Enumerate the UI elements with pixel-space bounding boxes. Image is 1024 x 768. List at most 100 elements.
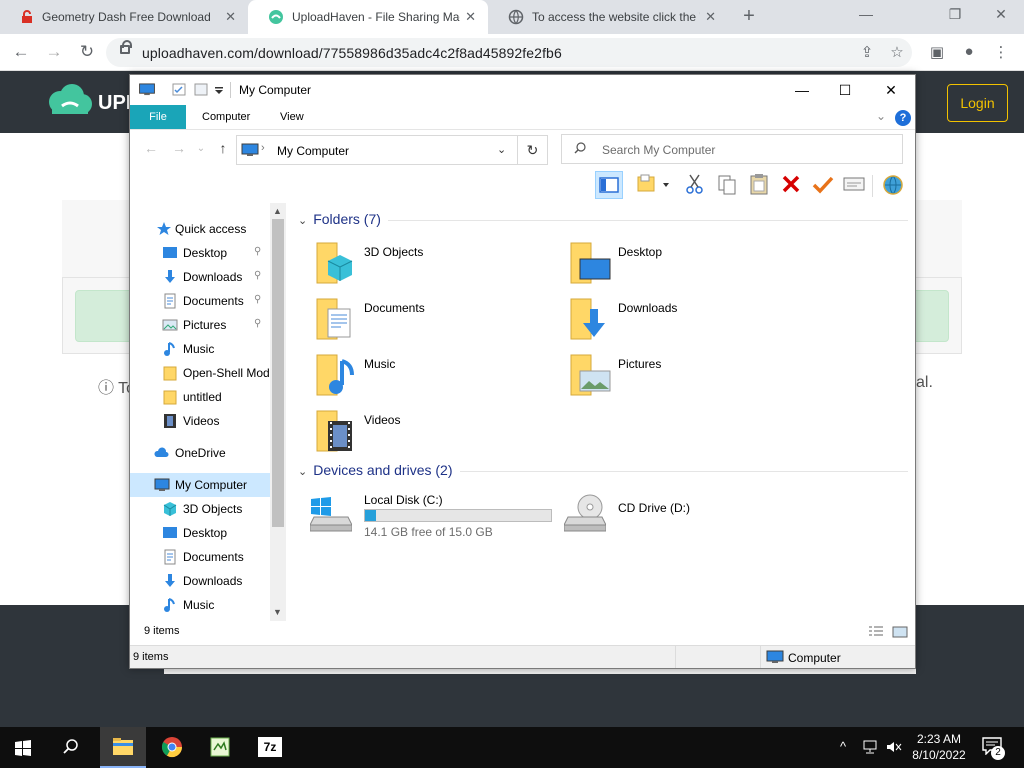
help-icon[interactable]: ? — [895, 110, 911, 126]
folder-music[interactable]: Music — [316, 353, 556, 405]
open-shell-settings-button[interactable] — [880, 171, 908, 199]
tab-uploadhaven[interactable]: UploadHaven - File Sharing Mad ✕ — [248, 0, 488, 34]
explorer-title-bar[interactable]: My Computer — ☐ ✕ — [130, 75, 915, 105]
properties-icon[interactable] — [172, 83, 186, 96]
drive-usage-bar — [364, 509, 552, 522]
nav-item-documents[interactable]: Documents ⚲ — [130, 289, 270, 313]
cut-button[interactable] — [682, 171, 710, 199]
address-dropdown-icon[interactable]: ⌄ — [497, 143, 506, 156]
delete-button[interactable] — [778, 171, 806, 199]
folder-desktop[interactable]: Desktop — [570, 241, 810, 293]
browser-close-button[interactable]: ✕ — [991, 6, 1011, 23]
navigation-pane-toggle[interactable] — [595, 171, 623, 199]
tab-view[interactable]: View — [266, 105, 318, 129]
copy-button[interactable] — [714, 171, 742, 199]
computer-icon — [139, 83, 155, 96]
login-button[interactable]: Login — [947, 84, 1008, 122]
refresh-button[interactable]: ↻ — [518, 135, 548, 165]
rename-button[interactable] — [810, 171, 838, 199]
large-icons-view-icon[interactable] — [892, 625, 908, 639]
profile-avatar-icon[interactable]: ● — [959, 43, 979, 60]
customize-toolbar-icon[interactable] — [214, 83, 224, 96]
nav-item-pictures[interactable]: Pictures ⚲ — [130, 313, 270, 337]
up-folder-button[interactable]: ↑ — [214, 140, 232, 156]
folder-3d-objects[interactable]: 3D Objects — [316, 241, 556, 293]
drive-local-disk-c[interactable]: Local Disk (C:) 14.1 GB free of 15.0 GB — [310, 489, 560, 541]
network-icon[interactable] — [862, 740, 880, 754]
action-center-button[interactable]: 2 — [982, 737, 1005, 760]
start-button[interactable] — [0, 727, 46, 768]
new-folder-icon[interactable] — [194, 83, 208, 96]
address-bar[interactable]: uploadhaven.com/download/77558986d35adc4… — [106, 38, 912, 67]
folder-pictures[interactable]: Pictures — [570, 353, 810, 405]
folder-documents[interactable]: Documents — [316, 297, 556, 349]
browser-restore-button[interactable]: ❐ — [945, 6, 965, 23]
explorer-maximize-button[interactable]: ☐ — [830, 79, 860, 101]
nav-item-open-shell-mod[interactable]: Open-Shell Mod — [130, 361, 270, 385]
explorer-close-button[interactable]: ✕ — [876, 79, 906, 101]
explorer-back-button[interactable]: ← — [142, 140, 160, 156]
tab-computer[interactable]: Computer — [188, 105, 264, 129]
recent-locations-icon[interactable]: ⌄ — [192, 143, 210, 154]
scroll-down-arrow[interactable]: ▼ — [273, 607, 282, 617]
taskbar-clock[interactable]: 2:23 AM 8/10/2022 — [900, 731, 978, 763]
nav-my-computer[interactable]: My Computer — [130, 473, 270, 497]
nav-item-desktop[interactable]: Desktop ⚲ — [130, 241, 270, 265]
taskbar-chrome[interactable] — [149, 727, 195, 768]
bookmark-star-icon[interactable]: ☆ — [887, 43, 907, 61]
scroll-up-arrow[interactable]: ▲ — [273, 206, 282, 216]
browser-minimize-button[interactable]: — — [856, 6, 876, 22]
tab-file[interactable]: File — [130, 105, 186, 129]
forward-button[interactable]: → — [42, 41, 66, 65]
devices-group-header[interactable]: ⌄ Devices and drives (2) — [298, 462, 453, 478]
scrollbar-thumb[interactable] — [272, 219, 284, 527]
nav-item-music[interactable]: Music — [130, 337, 270, 361]
explorer-forward-button[interactable]: → — [170, 140, 188, 156]
taskbar-notepad-plus[interactable] — [197, 727, 243, 768]
back-button[interactable]: ← — [9, 41, 33, 65]
new-tab-button[interactable]: + — [738, 6, 760, 28]
share-icon[interactable]: ⇪ — [857, 43, 877, 61]
browser-menu-icon[interactable]: ⋮ — [991, 43, 1011, 61]
tab-access-website[interactable]: To access the website click the "A ✕ — [488, 0, 728, 34]
folder-icon — [163, 366, 177, 381]
expand-ribbon-icon[interactable]: ⌄ — [876, 109, 886, 123]
nav-item-downloads[interactable]: Downloads ⚲ — [130, 265, 270, 289]
drive-cd-d[interactable]: CD Drive (D:) — [564, 489, 804, 541]
show-hidden-icons[interactable]: ^ — [840, 739, 846, 754]
windows-drive-icon — [310, 497, 352, 532]
reload-button[interactable]: ↻ — [75, 41, 99, 65]
search-input[interactable]: Search My Computer — [561, 134, 903, 164]
windows-logo-icon — [15, 740, 31, 756]
nav-item-videos[interactable]: Videos — [130, 409, 270, 433]
folder-downloads[interactable]: Downloads — [570, 297, 810, 349]
explorer-address-bar[interactable]: › My Computer ⌄ — [236, 135, 518, 165]
nav-pc-downloads[interactable]: Downloads — [130, 569, 270, 593]
details-view-icon[interactable] — [868, 625, 884, 639]
close-tab-icon[interactable]: ✕ — [465, 9, 476, 25]
paste-button[interactable] — [746, 171, 774, 199]
address-row: ← → ⌄ ↑ › My Computer ⌄ ↻ Search My Comp… — [130, 131, 915, 167]
properties-button[interactable] — [841, 171, 869, 199]
taskbar-file-explorer[interactable] — [100, 727, 146, 768]
explorer-minimize-button[interactable]: — — [787, 79, 817, 101]
folders-group-header[interactable]: ⌄ Folders (7) — [298, 211, 381, 227]
nav-pc-documents[interactable]: Documents — [130, 545, 270, 569]
chrome-icon — [161, 737, 183, 758]
new-item-button[interactable] — [633, 171, 671, 199]
nav-onedrive[interactable]: OneDrive — [130, 441, 270, 465]
navigation-scrollbar[interactable]: ▲ ▼ — [270, 203, 286, 621]
uploadhaven-favicon — [269, 10, 283, 24]
nav-pc-music[interactable]: Music — [130, 593, 270, 617]
close-tab-icon[interactable]: ✕ — [705, 9, 716, 25]
taskbar-7zip[interactable]: 7z — [247, 727, 293, 768]
nav-pc-3d-objects[interactable]: 3D Objects — [130, 497, 270, 521]
nav-quick-access[interactable]: Quick access — [130, 217, 270, 241]
nav-pc-desktop[interactable]: Desktop — [130, 521, 270, 545]
folder-videos[interactable]: Videos — [316, 409, 556, 461]
nav-item-untitled[interactable]: untitled — [130, 385, 270, 409]
close-tab-icon[interactable]: ✕ — [225, 9, 236, 25]
sidebar-icon[interactable]: ▣ — [927, 43, 947, 61]
search-button[interactable] — [48, 727, 94, 768]
tab-geometry-dash[interactable]: Geometry Dash Free Download ( ✕ — [0, 0, 248, 34]
